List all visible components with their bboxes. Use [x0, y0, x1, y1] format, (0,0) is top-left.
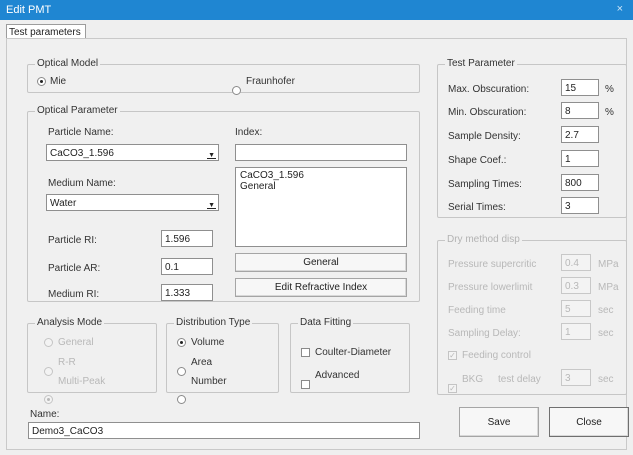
min-obscuration-unit: % [605, 107, 614, 118]
advanced-checkbox[interactable] [301, 380, 310, 389]
general-button[interactable]: General [235, 253, 407, 272]
mie-radio[interactable] [37, 77, 46, 86]
name-label: Name: [30, 409, 60, 420]
particle-name-select[interactable]: CaCO3_1.596 ▼ [46, 144, 219, 161]
shape-coef-label: Shape Coef.: [448, 155, 507, 166]
analysis-multipeak-radio[interactable] [44, 395, 53, 404]
number-radio[interactable] [177, 395, 186, 404]
number-label: Number [191, 376, 227, 387]
index-listbox[interactable]: CaCO3_1.596 General [235, 167, 407, 247]
pressure-supercritic-unit: MPa [598, 259, 619, 270]
particle-ar-input[interactable]: 0.1 [161, 258, 213, 275]
medium-name-value: Water [50, 198, 77, 209]
max-obscuration-label: Max. Obscuration: [448, 84, 530, 95]
pressure-supercritic-input[interactable]: 0.4 [561, 254, 591, 271]
list-item[interactable]: General [240, 181, 402, 192]
close-icon[interactable]: × [617, 3, 623, 15]
advanced-label: Advanced [315, 370, 360, 381]
area-label: Area [191, 357, 213, 368]
sampling-delay-input[interactable]: 1 [561, 323, 591, 340]
dry-method-group: Dry method disp Pressure supercritic 0.4… [437, 234, 627, 395]
index-input[interactable] [235, 144, 407, 161]
coulter-diameter-label: Coulter-Diameter [315, 347, 392, 358]
bkg-input[interactable]: 3 [561, 369, 591, 386]
data-fitting-group: Data Fitting Coulter-Diameter Advanced [290, 317, 410, 393]
close-button[interactable]: Close [549, 407, 629, 437]
sampling-delay-label: Sampling Delay: [448, 328, 521, 339]
medium-ri-label: Medium RI: [48, 289, 100, 300]
tab-test-parameters[interactable]: Test parameters [6, 24, 86, 39]
particle-ar-label: Particle AR: [48, 263, 101, 274]
test-parameter-legend: Test Parameter [445, 58, 517, 69]
analysis-general-label: General [58, 337, 94, 348]
shape-coef-input[interactable]: 1 [561, 150, 599, 167]
area-radio[interactable] [177, 367, 186, 376]
fraunhofer-label: Fraunhofer [246, 76, 295, 87]
bkg-checkbox[interactable]: ✓ [448, 384, 457, 393]
bkg-label: BKG [462, 374, 484, 385]
bkg-unit: sec [598, 374, 614, 385]
window-title: Edit PMT [6, 4, 52, 16]
dry-method-legend: Dry method disp [445, 234, 522, 245]
serial-times-input[interactable]: 3 [561, 197, 599, 214]
optical-parameter-group: Optical Parameter Particle Name: CaCO3_1… [27, 105, 420, 302]
sampling-times-label: Sampling Times: [448, 179, 522, 190]
coulter-diameter-checkbox[interactable] [301, 348, 310, 357]
list-item[interactable]: CaCO3_1.596 [240, 170, 402, 181]
analysis-general-radio[interactable] [44, 338, 53, 347]
feeding-control-label: Feeding control [462, 350, 531, 361]
particle-ri-label: Particle RI: [48, 235, 97, 246]
pressure-supercritic-label: Pressure supercritic [448, 259, 537, 270]
save-button[interactable]: Save [459, 407, 539, 437]
serial-times-label: Serial Times: [448, 202, 506, 213]
pressure-lowerlimit-input[interactable]: 0.3 [561, 277, 591, 294]
pressure-lowerlimit-unit: MPa [598, 282, 619, 293]
fraunhofer-radio[interactable] [232, 86, 241, 95]
medium-name-label: Medium Name: [48, 178, 116, 189]
index-label: Index: [235, 127, 263, 138]
volume-label: Volume [191, 337, 225, 348]
optical-parameter-legend: Optical Parameter [35, 105, 120, 116]
min-obscuration-label: Min. Obscuration: [448, 107, 527, 118]
particle-ri-input[interactable]: 1.596 [161, 230, 213, 247]
test-parameter-group: Test Parameter Max. Obscuration: 15 % Mi… [437, 58, 627, 218]
chevron-down-icon: ▼ [207, 199, 216, 210]
edit-refractive-index-button[interactable]: Edit Refractive Index [235, 278, 407, 297]
sampling-delay-unit: sec [598, 328, 614, 339]
medium-name-select[interactable]: Water ▼ [46, 194, 219, 211]
chevron-down-icon: ▼ [207, 149, 216, 160]
analysis-mode-group: Analysis Mode General R-R Multi-Peak [27, 317, 157, 404]
test-delay-label: test delay [498, 374, 541, 385]
min-obscuration-input[interactable]: 8 [561, 102, 599, 119]
sample-density-input[interactable]: 2.7 [561, 126, 599, 143]
mie-label: Mie [50, 76, 67, 87]
max-obscuration-input[interactable]: 15 [561, 79, 599, 96]
sample-density-label: Sample Density: [448, 131, 521, 142]
analysis-multipeak-label: Multi-Peak [58, 376, 106, 387]
pressure-lowerlimit-label: Pressure lowerlimit [448, 282, 533, 293]
sampling-times-input[interactable]: 800 [561, 174, 599, 191]
analysis-rr-radio[interactable] [44, 367, 53, 376]
feeding-time-unit: sec [598, 305, 614, 316]
feeding-control-checkbox[interactable]: ✓ [448, 351, 457, 360]
data-fitting-legend: Data Fitting [298, 317, 354, 328]
distribution-type-group: Distribution Type Volume Area Number [166, 317, 279, 404]
name-input[interactable]: Demo3_CaCO3 [28, 422, 420, 439]
volume-radio[interactable] [177, 338, 186, 347]
distribution-type-legend: Distribution Type [174, 317, 253, 328]
feeding-time-label: Feeding time [448, 305, 506, 316]
feeding-time-input[interactable]: 5 [561, 300, 591, 317]
max-obscuration-unit: % [605, 84, 614, 95]
optical-model-legend: Optical Model [35, 58, 101, 69]
optical-model-group: Optical Model Mie Fraunhofer [27, 58, 420, 95]
medium-ri-input[interactable]: 1.333 [161, 284, 213, 301]
title-bar: Edit PMT [0, 0, 633, 20]
analysis-mode-legend: Analysis Mode [35, 317, 105, 328]
analysis-rr-label: R-R [58, 357, 76, 368]
particle-name-value: CaCO3_1.596 [50, 148, 114, 159]
particle-name-label: Particle Name: [48, 127, 114, 138]
